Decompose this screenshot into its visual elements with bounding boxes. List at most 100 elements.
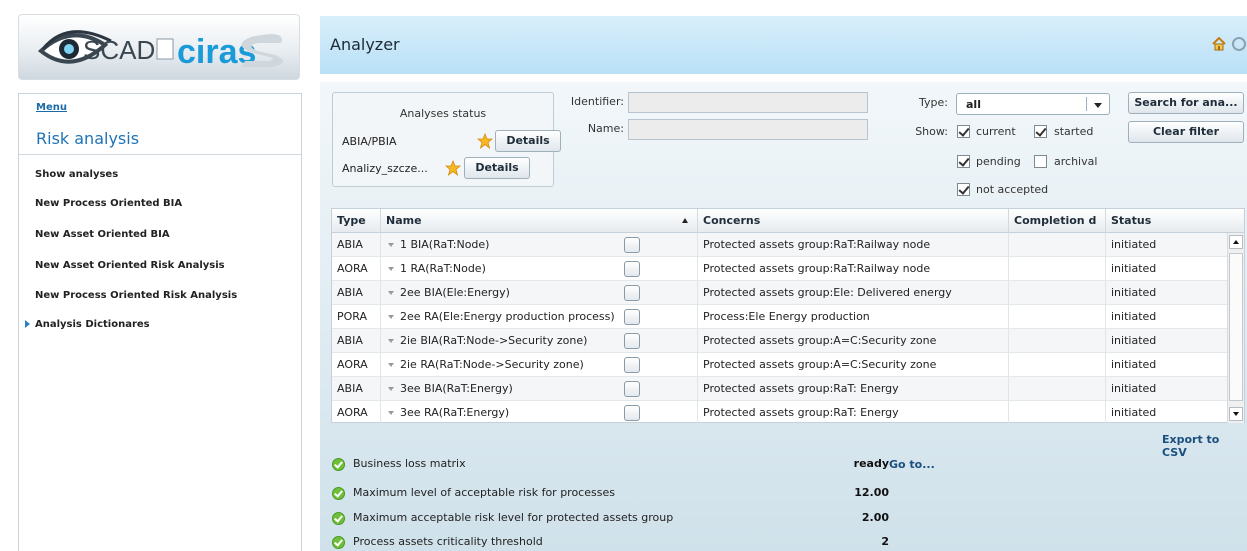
type-select[interactable]: all — [956, 93, 1110, 115]
check-row-max-risk-assets-group: Maximum acceptable risk level for protec… — [332, 510, 932, 530]
cell-type: ABIA — [332, 281, 381, 305]
check-label: Maximum acceptable risk level for protec… — [353, 511, 674, 524]
cell-completion-date — [1009, 233, 1106, 257]
check-value: ready — [853, 457, 889, 470]
table-row[interactable]: ABIA 2ee BIA(Ele:Energy) Protected asset… — [332, 281, 1227, 305]
clear-filter-button[interactable]: Clear filter — [1128, 121, 1244, 143]
check-row-max-risk-processes: Maximum level of acceptable risk for pro… — [332, 485, 932, 505]
cell-concerns: Protected assets group:A=C:Security zone — [698, 329, 1009, 353]
cell-name: 3ee RA(RaT:Energy) — [381, 401, 698, 425]
sidebar-item-new-process-risk-analysis[interactable]: New Process Oriented Risk Analysis — [35, 290, 237, 301]
table-row[interactable]: AORA 2ie RA(RaT:Node->Security zone) Pro… — [332, 353, 1227, 377]
page-title: Analyzer — [330, 35, 400, 54]
show-label: Show: — [915, 125, 948, 138]
go-to-link[interactable]: Go to... — [889, 458, 935, 471]
expand-caret-icon — [388, 387, 394, 391]
expand-caret-icon — [388, 363, 394, 367]
table-row[interactable]: PORA 2ee RA(Ele:Energy production proces… — [332, 305, 1227, 329]
not-accepted-checkbox[interactable] — [957, 183, 970, 196]
cell-status: initiated — [1111, 382, 1157, 395]
column-header-completion-date[interactable]: Completion d — [1009, 209, 1106, 233]
cell-status: initiated — [1111, 262, 1157, 275]
cell-completion-date — [1009, 329, 1106, 353]
check-ok-icon — [332, 458, 345, 471]
scroll-up-icon[interactable] — [1229, 235, 1243, 249]
sidebar-item-analysis-dictionaries[interactable]: Analysis Dictionares — [25, 319, 150, 330]
chevron-down-icon — [1094, 103, 1102, 108]
sidebar-item-new-process-bia[interactable]: New Process Oriented BIA — [35, 198, 182, 209]
export-csv-link[interactable]: Export to CSV — [1162, 433, 1247, 459]
table-row[interactable]: ABIA 2ie BIA(RaT:Node->Security zone) Pr… — [332, 329, 1227, 353]
help-icon[interactable] — [1232, 37, 1246, 51]
name-input[interactable] — [628, 119, 868, 140]
cell-type: AORA — [332, 353, 381, 377]
pending-checkbox-label: pending — [976, 155, 1021, 168]
check-row-criticality-threshold: Process assets criticality threshold 2 — [332, 534, 932, 551]
sidebar: Menu Risk analysis Show analyses New Pro… — [18, 93, 302, 551]
sidebar-item-show-analyses[interactable]: Show analyses — [35, 169, 118, 180]
check-label: Business loss matrix — [353, 457, 466, 470]
cell-concerns: Protected assets group:RaT: Energy — [698, 401, 1009, 425]
check-row-business-loss-matrix: Business loss matrix ready — [332, 456, 932, 476]
check-value: 2 — [881, 535, 889, 548]
cell-concerns: Process:Ele Energy production — [698, 305, 1009, 329]
edit-pencil-icon[interactable] — [624, 357, 640, 373]
expand-triangle-icon — [25, 320, 30, 328]
sort-ascending-icon — [682, 218, 688, 223]
edit-pencil-icon[interactable] — [624, 381, 640, 397]
scrollbar-thumb[interactable] — [1229, 253, 1243, 401]
star-icon — [445, 160, 461, 176]
identifier-input[interactable] — [628, 92, 868, 113]
expand-caret-icon — [388, 315, 394, 319]
details-button[interactable]: Details — [464, 157, 530, 179]
column-header-type[interactable]: Type — [332, 209, 381, 233]
started-checkbox-label: started — [1054, 125, 1094, 138]
home-icon[interactable] — [1212, 37, 1226, 51]
scroll-down-icon[interactable] — [1229, 407, 1243, 421]
cell-name: 2ie RA(RaT:Node->Security zone) — [381, 353, 698, 377]
started-checkbox[interactable] — [1034, 125, 1047, 138]
identifier-label: Identifier: — [570, 95, 624, 108]
status-row-label: ABIA/PBIA — [342, 135, 397, 148]
menu-link[interactable]: Menu — [36, 102, 67, 113]
edit-pencil-icon[interactable] — [624, 333, 640, 349]
current-checkbox-label: current — [976, 125, 1016, 138]
archival-checkbox[interactable] — [1034, 155, 1047, 168]
cell-concerns: Protected assets group:RaT:Railway node — [698, 233, 1009, 257]
cell-type: AORA — [332, 401, 381, 425]
page-header: Analyzer — [320, 16, 1247, 74]
status-row-label: Analizy_szcze... — [342, 162, 428, 175]
sidebar-item-new-asset-risk-analysis[interactable]: New Asset Oriented Risk Analysis — [35, 260, 225, 271]
logo-text-scad: SCAD — [83, 35, 155, 65]
edit-pencil-icon[interactable] — [624, 405, 640, 421]
edit-pencil-icon[interactable] — [624, 309, 640, 325]
cell-name: 1 BIA(RaT:Node) — [381, 233, 698, 257]
table-row[interactable]: ABIA 3ee BIA(RaT:Energy) Protected asset… — [332, 377, 1227, 401]
check-label: Maximum level of acceptable risk for pro… — [353, 486, 615, 499]
edit-pencil-icon[interactable] — [624, 285, 640, 301]
analyses-status-title: Analyses status — [399, 107, 487, 120]
table-scrollbar[interactable] — [1227, 233, 1244, 423]
expand-caret-icon — [388, 267, 394, 271]
cell-name: 2ee BIA(Ele:Energy) — [381, 281, 698, 305]
type-select-value: all — [966, 98, 981, 111]
check-label: Process assets criticality threshold — [353, 535, 543, 548]
column-header-status[interactable]: Status — [1106, 209, 1227, 233]
check-ok-icon — [332, 512, 345, 525]
table-row[interactable]: AORA 1 RA(RaT:Node) Protected assets gro… — [332, 257, 1227, 281]
name-label: Name: — [587, 122, 624, 135]
sidebar-item-label: Analysis Dictionares — [35, 319, 150, 330]
table-row[interactable]: ABIA 1 BIA(RaT:Node) Protected assets gr… — [332, 233, 1227, 257]
pending-checkbox[interactable] — [957, 155, 970, 168]
column-header-concerns[interactable]: Concerns — [698, 209, 1009, 233]
cell-type: ABIA — [332, 329, 381, 353]
search-button[interactable]: Search for ana... — [1128, 92, 1244, 114]
edit-pencil-icon[interactable] — [624, 237, 640, 253]
cell-completion-date — [1009, 401, 1106, 425]
table-row[interactable]: AORA 3ee RA(RaT:Energy) Protected assets… — [332, 401, 1227, 425]
sidebar-item-new-asset-bia[interactable]: New Asset Oriented BIA — [35, 229, 170, 240]
edit-pencil-icon[interactable] — [624, 261, 640, 277]
cell-status: initiated — [1111, 406, 1157, 419]
column-header-name[interactable]: Name — [381, 209, 698, 233]
current-checkbox[interactable] — [957, 125, 970, 138]
